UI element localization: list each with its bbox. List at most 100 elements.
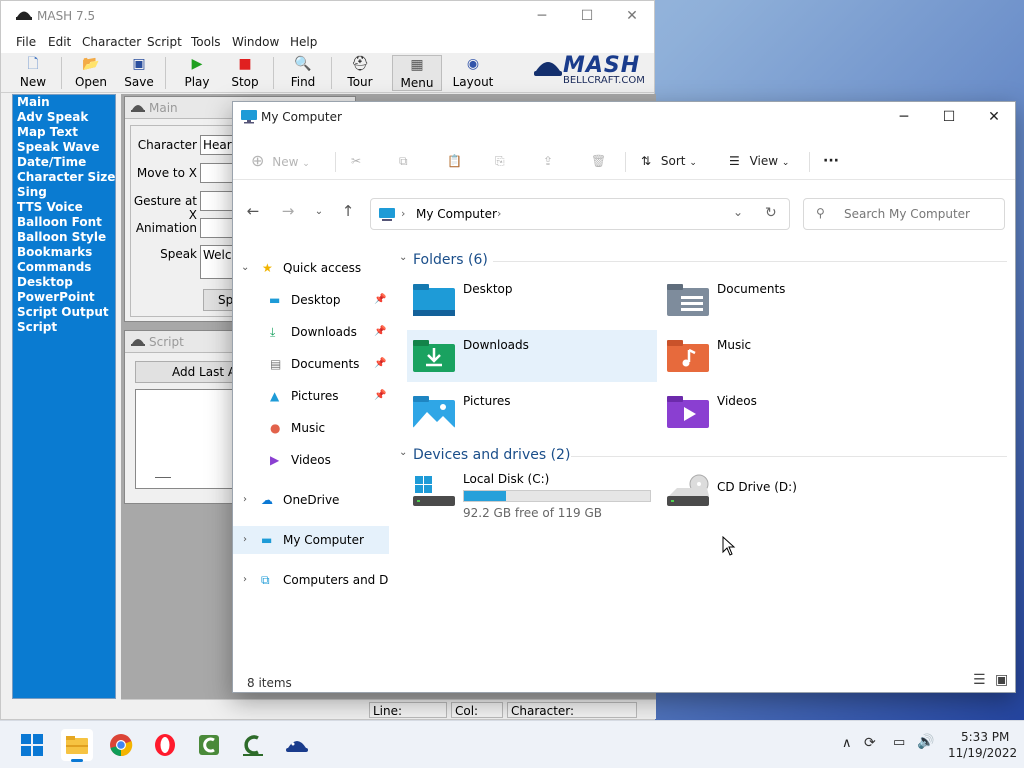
camtasia-app-icon[interactable] (193, 729, 225, 761)
folder-pictures[interactable]: Pictures (407, 386, 657, 438)
share-icon[interactable]: ⇪ (543, 150, 553, 172)
tree-item-videos[interactable]: ▶ Videos (233, 446, 389, 474)
sidebar-item-powerpoint[interactable]: PowerPoint (13, 290, 115, 305)
sidebar-item-script[interactable]: Script (13, 320, 115, 335)
menu-character[interactable]: Character (82, 35, 141, 49)
sidebar-item-script-output[interactable]: Script Output (13, 305, 115, 320)
sidebar-item-date-time[interactable]: Date/Time (13, 155, 115, 170)
network-monitor-icon[interactable]: ▭ (893, 735, 905, 750)
address-dropdown-icon[interactable]: ⌄ (733, 205, 743, 219)
folders-header[interactable]: Folders (6) (413, 252, 488, 268)
mash-minimize-button[interactable]: ─ (519, 1, 565, 31)
address-bar[interactable]: › My Computer › ⌄ ↻ (370, 198, 790, 230)
menu-window[interactable]: Window (232, 35, 279, 49)
menu-file[interactable]: File (16, 35, 36, 49)
toolbar-menu-button[interactable]: ▦ Menu (392, 55, 442, 91)
toolbar-find-button[interactable]: 🔍 Find (285, 55, 321, 91)
recent-chevron-icon[interactable]: ⌄ (307, 206, 331, 217)
computer-monitor-icon: ▬ (261, 533, 273, 547)
refresh-icon[interactable]: ↻ (765, 205, 777, 221)
toolbar-tour-button[interactable]: ⛑ Tour (341, 55, 379, 91)
paste-icon[interactable]: 📋 (447, 150, 462, 172)
delete-trash-icon[interactable]: 🗑 (591, 150, 606, 172)
clock-time[interactable]: 5:33 PM (961, 730, 1009, 744)
sidebar-item-balloon-font[interactable]: Balloon Font (13, 215, 115, 230)
view-button[interactable]: ☰ View ⌄ (729, 150, 795, 172)
speaker-volume-icon[interactable]: 🔊 (917, 734, 934, 750)
explorer-titlebar[interactable]: My Computer ─ ☐ ✕ (233, 102, 1015, 132)
forward-arrow-icon[interactable]: → (276, 202, 300, 220)
sort-button[interactable]: ⇅ Sort ⌄ (641, 150, 703, 172)
mash-taskbar-icon[interactable] (281, 729, 313, 761)
copy-icon[interactable]: ⧉ (399, 150, 408, 172)
explorer-close-button[interactable]: ✕ (971, 102, 1017, 132)
mash-close-button[interactable]: ✕ (609, 1, 655, 31)
sidebar-item-main[interactable]: Main (13, 95, 115, 110)
sidebar-item-adv-speak[interactable]: Adv Speak (13, 110, 115, 125)
tree-item-pictures[interactable]: ▲ Pictures 📌 (233, 382, 389, 410)
toolbar-play-button[interactable]: ▶ Play (179, 55, 215, 91)
line-label: Line: (373, 704, 403, 718)
drives-header[interactable]: Devices and drives (2) (413, 447, 570, 463)
opera-browser-icon[interactable] (149, 729, 181, 761)
cut-icon[interactable]: ✂ (351, 150, 361, 172)
explorer-maximize-button[interactable]: ☐ (926, 102, 972, 132)
rename-icon[interactable]: ⎘ (495, 150, 505, 172)
menu-script[interactable]: Script (147, 35, 182, 49)
sidebar-item-tts-voice[interactable]: TTS Voice (13, 200, 115, 215)
new-button[interactable]: ⊕ New ⌄ (251, 150, 321, 172)
tree-item-my-computer[interactable]: › ▬ My Computer (233, 526, 389, 554)
toolbar-new-button[interactable]: 🗋 New (15, 55, 51, 91)
tree-item-documents[interactable]: ▤ Documents 📌 (233, 350, 389, 378)
drive-cd-d[interactable]: CD Drive (D:) (661, 470, 911, 522)
chevron-up-icon[interactable]: ∧ (842, 736, 852, 751)
toolbar-stop-button[interactable]: ■ Stop (227, 55, 263, 91)
sync-icon[interactable]: ⟳ (864, 735, 876, 751)
tree-item-quick-access[interactable]: ⌄ ★ Quick access (233, 254, 389, 282)
tree-item-downloads[interactable]: ⤓ Downloads 📌 (233, 318, 389, 346)
camtasia-recorder-icon[interactable] (237, 729, 269, 761)
back-arrow-icon[interactable]: ← (241, 202, 265, 220)
folder-documents[interactable]: Documents (661, 274, 911, 326)
sidebar-item-commands[interactable]: Commands (13, 260, 115, 275)
folder-videos[interactable]: Videos (661, 386, 911, 438)
details-view-icon[interactable]: ☰ (973, 672, 986, 688)
sidebar-item-bookmarks[interactable]: Bookmarks (13, 245, 115, 260)
file-explorer-icon[interactable] (61, 729, 93, 762)
toolbar-open-button[interactable]: 📂 Open (73, 55, 109, 91)
folder-downloads[interactable]: Downloads (407, 330, 657, 382)
tree-item-music[interactable]: ● Music (233, 414, 389, 442)
mash-titlebar[interactable]: MASH 7.5 ─ ☐ ✕ (1, 1, 654, 31)
tree-item-onedrive[interactable]: › ☁ OneDrive (233, 486, 389, 514)
sidebar-item-balloon-style[interactable]: Balloon Style (13, 230, 115, 245)
tiles-view-icon[interactable]: ▣ (995, 672, 1008, 688)
sidebar-item-desktop[interactable]: Desktop (13, 275, 115, 290)
tree-item-desktop[interactable]: ▬ Desktop 📌 (233, 286, 389, 314)
sidebar-item-sing[interactable]: Sing (13, 185, 115, 200)
pin-icon: 📌 (374, 294, 387, 305)
speak-label: Speak (160, 247, 197, 261)
toolbar-layout-button[interactable]: ◉ Layout (451, 55, 495, 91)
drive-local-disk-c[interactable]: Local Disk (C:) 92.2 GB free of 119 GB (407, 470, 657, 522)
clock-date[interactable]: 11/19/2022 (948, 746, 1017, 760)
search-box[interactable]: ⚲ Search My Computer (803, 198, 1005, 230)
chrome-browser-icon[interactable] (105, 729, 137, 761)
more-options-button[interactable]: ··· (823, 150, 839, 172)
toolbar-save-button[interactable]: ▣ Save (121, 55, 157, 91)
menu-edit[interactable]: Edit (48, 35, 71, 49)
address-text[interactable]: My Computer (416, 207, 497, 221)
mash-maximize-button[interactable]: ☐ (564, 1, 610, 31)
explorer-minimize-button[interactable]: ─ (881, 102, 927, 132)
tree-item-network[interactable]: › ⧉ Computers and Dev (233, 566, 389, 594)
menu-help[interactable]: Help (290, 35, 317, 49)
folder-desktop[interactable]: Desktop (407, 274, 657, 326)
up-arrow-icon[interactable]: ↑ (336, 202, 360, 220)
drive-c-free-space: 92.2 GB free of 119 GB (463, 506, 602, 520)
start-windows-icon[interactable] (16, 729, 48, 761)
menu-tools[interactable]: Tools (191, 35, 221, 49)
sidebar-item-map-text[interactable]: Map Text (13, 125, 115, 140)
folder-music[interactable]: Music (661, 330, 911, 382)
drive-c-usage-fill (464, 491, 506, 501)
sidebar-item-character-size[interactable]: Character Size (13, 170, 115, 185)
sidebar-item-speak-wave[interactable]: Speak Wave (13, 140, 115, 155)
